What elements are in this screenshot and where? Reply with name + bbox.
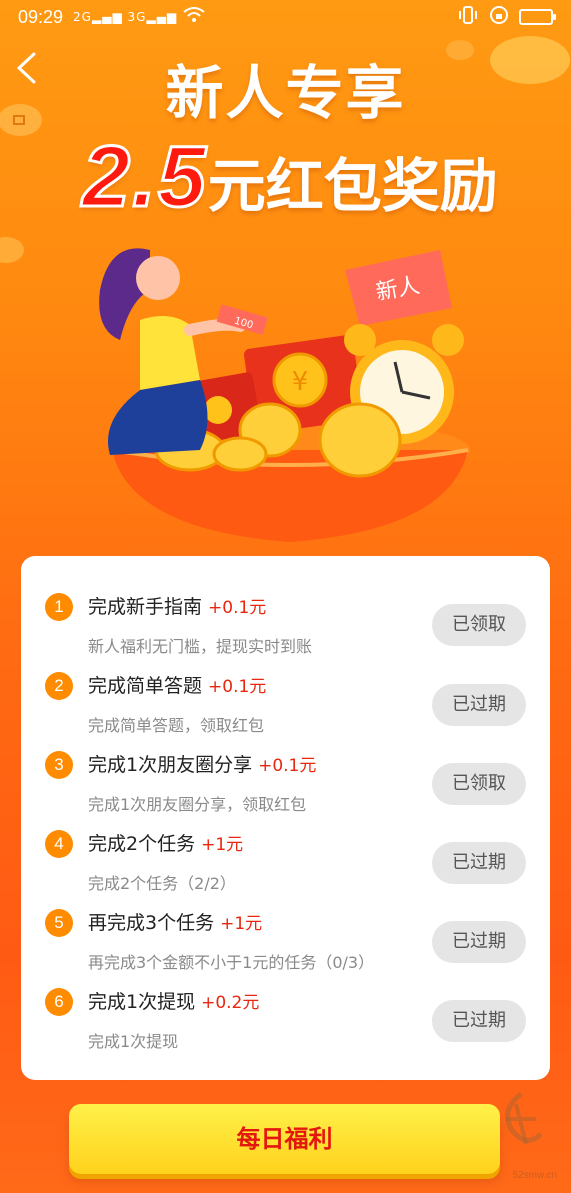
hero-illustration: 新人 ¥ 100 <box>99 248 470 542</box>
task-number: 3 <box>45 751 73 779</box>
task-reward: +0.1元 <box>208 677 267 697</box>
svg-text:¥: ¥ <box>292 367 309 397</box>
page-title: 新人专享 <box>165 59 406 127</box>
task-number: 2 <box>45 672 73 700</box>
signal-label-1: 2G <box>73 10 92 24</box>
task-title: 完成1次朋友圈分享 +0.1元 <box>88 750 316 777</box>
signal-label-2: 3G <box>127 10 147 24</box>
task-status-button[interactable]: 已领取 <box>432 604 526 646</box>
task-title: 再完成3个任务 +1元 <box>88 908 262 935</box>
task-reward: +0.2元 <box>201 993 260 1013</box>
task-item-4: 4 完成2个任务 +1元 完成2个任务（2/2） 已过期 <box>21 828 550 908</box>
reward-headline: 2.5元红包奖励 <box>40 128 540 227</box>
task-item-1: 1 完成新手指南 +0.1元 新人福利无门槛，提现实时到账 已领取 <box>21 591 550 671</box>
task-name: 完成1次朋友圈分享 <box>88 754 253 776</box>
task-reward: +1元 <box>220 914 263 934</box>
task-description: 新人福利无门槛，提现实时到账 <box>88 637 313 656</box>
task-reward: +0.1元 <box>208 598 267 618</box>
task-name: 再完成3个任务 <box>88 912 215 934</box>
task-number: 5 <box>45 909 73 937</box>
task-status-button[interactable]: 已过期 <box>432 842 526 884</box>
task-description: 再完成3个金额不小于1元的任务（0/3） <box>88 953 375 972</box>
task-name: 完成新手指南 <box>88 596 203 618</box>
watermark-logo <box>505 1092 543 1145</box>
task-title: 完成新手指南 +0.1元 <box>88 592 266 619</box>
task-list-card: 1 完成新手指南 +0.1元 新人福利无门槛，提现实时到账 已领取 2 完成简单答… <box>21 556 550 1080</box>
newbie-tag: 新人 <box>345 250 452 326</box>
task-name: 完成2个任务 <box>88 833 196 855</box>
task-number: 1 <box>45 593 73 621</box>
task-number: 6 <box>45 988 73 1016</box>
daily-welfare-button[interactable]: 每日福利 <box>69 1104 500 1174</box>
reward-amount: 2.5 <box>81 128 208 227</box>
task-description: 完成1次朋友圈分享，领取红包 <box>88 795 307 814</box>
task-item-3: 3 完成1次朋友圈分享 +0.1元 完成1次朋友圈分享，领取红包 已领取 <box>21 749 550 829</box>
task-description: 完成2个任务（2/2） <box>88 874 236 893</box>
task-status-button[interactable]: 已过期 <box>432 684 526 726</box>
task-item-6: 6 完成1次提现 +0.2元 完成1次提现 已过期 <box>21 986 550 1066</box>
task-reward: +1元 <box>201 835 244 855</box>
task-number: 4 <box>45 830 73 858</box>
status-time: 09:29 <box>18 6 64 27</box>
task-item-5: 5 再完成3个任务 +1元 再完成3个金额不小于1元的任务（0/3） 已过期 <box>21 907 550 987</box>
reward-suffix: 元红包奖励 <box>207 152 498 220</box>
task-title: 完成2个任务 +1元 <box>88 829 243 856</box>
signal-icon: 2G▂▄▆ 3G▂▄▆ <box>73 10 178 24</box>
task-title: 完成1次提现 +0.2元 <box>88 987 259 1014</box>
task-reward: +0.1元 <box>258 756 317 776</box>
task-status-button[interactable]: 已过期 <box>432 1000 526 1042</box>
task-item-2: 2 完成简单答题 +0.1元 完成简单答题，领取红包 已过期 <box>21 670 550 750</box>
task-description: 完成简单答题，领取红包 <box>88 716 265 735</box>
watermark-text: 52smw.cn <box>512 1170 557 1181</box>
task-name: 完成1次提现 <box>88 991 196 1013</box>
task-description: 完成1次提现 <box>88 1032 179 1051</box>
task-status-button[interactable]: 已领取 <box>432 763 526 805</box>
wifi-icon <box>183 6 205 28</box>
task-status-button[interactable]: 已过期 <box>432 921 526 963</box>
task-name: 完成简单答题 <box>88 675 203 697</box>
task-title: 完成简单答题 +0.1元 <box>88 671 266 698</box>
